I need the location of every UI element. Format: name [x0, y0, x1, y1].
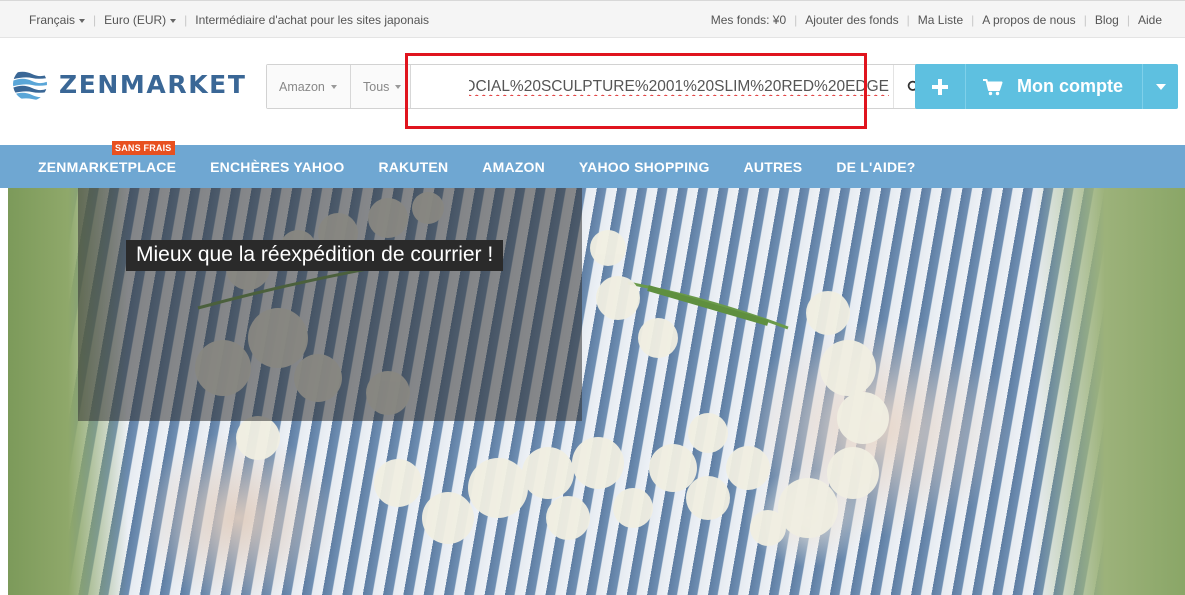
site-tagline: Intermédiaire d'achat pour les sites jap… — [195, 13, 430, 27]
account-button-group: Mon compte — [915, 64, 1178, 109]
plus-icon — [932, 78, 948, 95]
divider: | — [906, 13, 910, 27]
main-navigation: ZENMARKETPLACE ENCHÈRES YAHOO RAKUTEN AM… — [0, 145, 1185, 188]
store-select-value: Amazon — [279, 79, 325, 94]
hero-headline: Mieux que la réexpédition de courrier ! — [126, 240, 504, 271]
free-fees-badge: SANS FRAIS — [112, 141, 175, 155]
logo-text: ZENMARKET — [59, 69, 247, 99]
language-selector[interactable]: Français — [29, 13, 86, 27]
nav-item-yahoo-auctions[interactable]: ENCHÈRES YAHOO — [193, 145, 361, 188]
topbar-right: Mes fonds: ¥0 | Ajouter des fonds | Ma L… — [711, 13, 1162, 27]
chevron-down-icon — [330, 85, 337, 89]
search-input-wrap: DCIAL%20SCULPTURE%2001%20SLIM%20RED%20ED… — [411, 65, 933, 108]
my-account-button[interactable]: Mon compte — [966, 64, 1142, 109]
nav-item-amazon[interactable]: AMAZON — [465, 145, 562, 188]
currency-label: Euro (EUR) — [104, 13, 167, 27]
nav-item-rakuten[interactable]: RAKUTEN — [361, 145, 465, 188]
wishlist-link[interactable]: Ma Liste — [918, 13, 963, 27]
divider: | — [1126, 13, 1130, 27]
add-funds-button[interactable] — [915, 64, 966, 109]
divider: | — [93, 13, 97, 27]
funds-link[interactable]: Mes fonds: ¥0 — [711, 13, 786, 27]
category-select-value: Tous — [363, 79, 390, 94]
divider: | — [971, 13, 975, 27]
top-utility-bar: Français | Euro (EUR) | Intermédiaire d'… — [0, 0, 1185, 38]
account-dropdown-toggle[interactable] — [1142, 64, 1178, 109]
category-select[interactable]: Tous — [351, 65, 411, 108]
cart-icon — [983, 78, 1003, 95]
site-logo[interactable]: ZENMARKET — [12, 66, 247, 102]
help-link[interactable]: Aide — [1138, 13, 1162, 27]
chevron-down-icon — [1155, 83, 1166, 90]
chevron-down-icon — [395, 85, 402, 89]
blog-link[interactable]: Blog — [1095, 13, 1119, 27]
nav-item-others[interactable]: AUTRES — [727, 145, 820, 188]
store-select[interactable]: Amazon — [267, 65, 351, 108]
add-funds-link[interactable]: Ajouter des fonds — [805, 13, 898, 27]
currency-selector[interactable]: Euro (EUR) — [104, 13, 177, 27]
hero-text-overlay — [78, 188, 582, 421]
divider: | — [1083, 13, 1087, 27]
search-bar: Amazon Tous DCIAL%20SCULPTURE%2001%20SLI… — [266, 64, 934, 109]
language-label: Français — [29, 13, 76, 27]
divider: | — [794, 13, 798, 27]
divider: | — [184, 13, 188, 27]
chevron-down-icon — [79, 18, 86, 23]
nav-item-yahoo-shopping[interactable]: YAHOO SHOPPING — [562, 145, 727, 188]
topbar-left: Français | Euro (EUR) | Intermédiaire d'… — [29, 13, 429, 27]
about-link[interactable]: A propos de nous — [982, 13, 1075, 27]
chevron-down-icon — [170, 18, 177, 23]
nav-item-help[interactable]: DE L'AIDE? — [819, 145, 932, 188]
search-query-text: DCIAL%20SCULPTURE%2001%20SLIM%20RED%20ED… — [469, 78, 889, 95]
zenmarket-logo-icon — [13, 67, 47, 101]
my-account-label: Mon compte — [1017, 76, 1123, 96]
